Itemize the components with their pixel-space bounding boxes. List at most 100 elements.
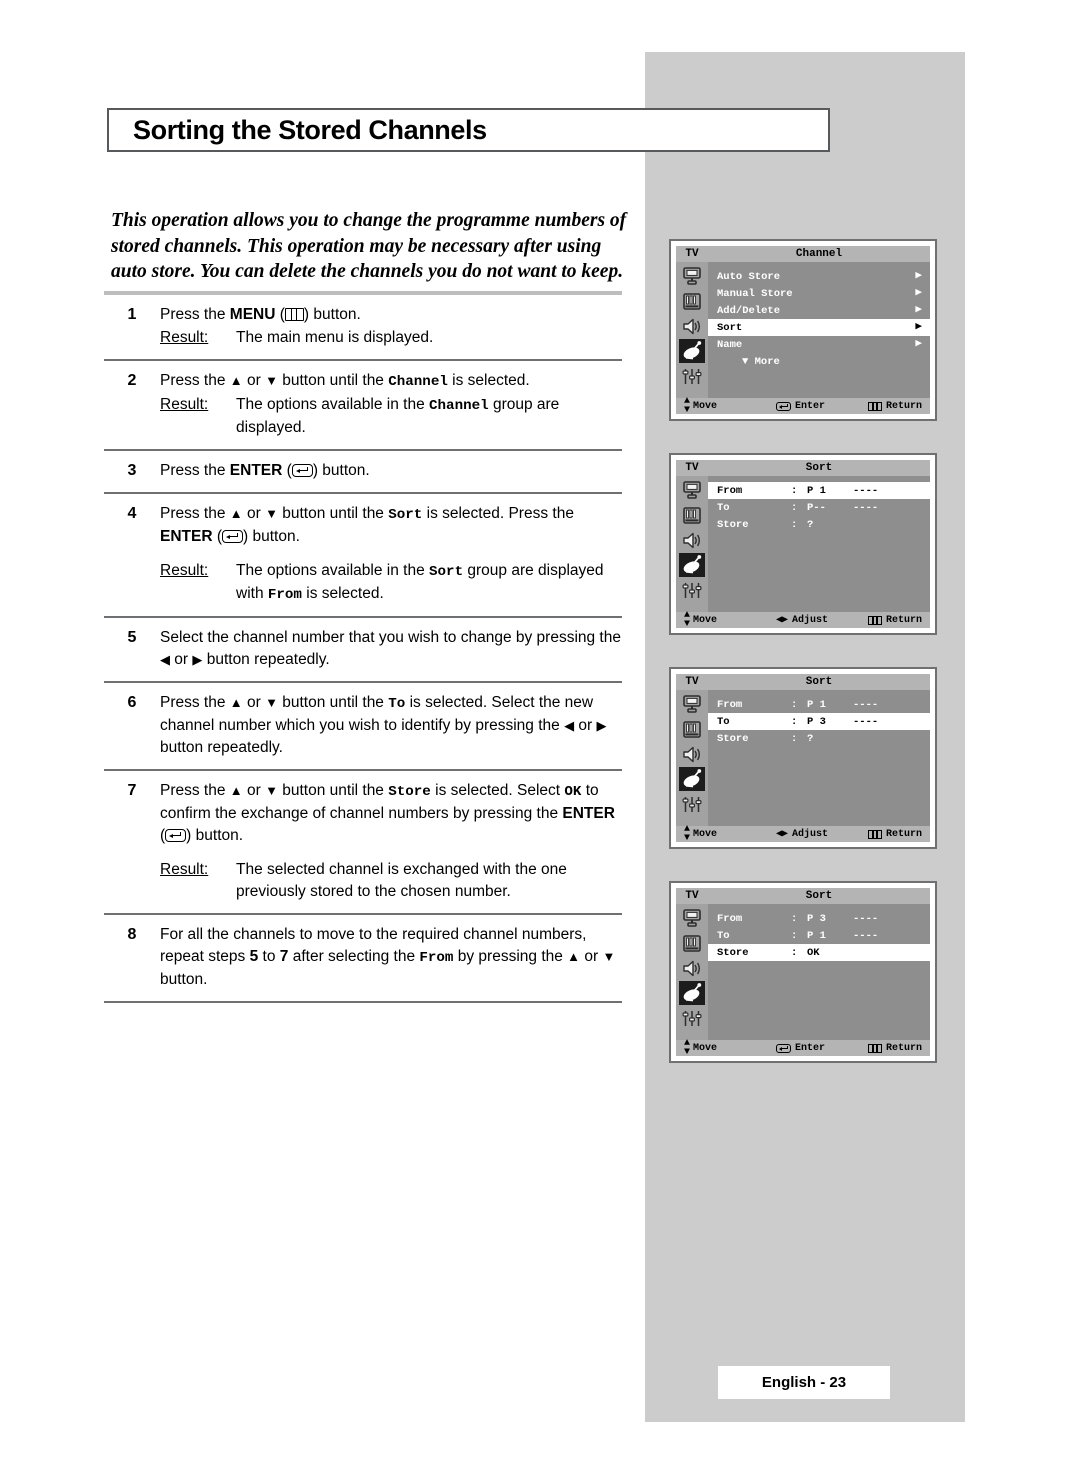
step-text-or: or <box>242 505 266 522</box>
osd-item-auto-store[interactable]: Auto Store ▶ <box>708 268 930 285</box>
sliders-icon[interactable] <box>679 578 705 602</box>
satellite-dish-icon[interactable] <box>679 981 705 1005</box>
down-arrow-icon: ▼ <box>265 506 278 521</box>
step-text-mid: button until the <box>277 782 389 799</box>
step-body: Press the ▲ or ▼ button until the Sort i… <box>160 503 622 606</box>
key-enter-label: ENTER <box>160 528 213 545</box>
step-body: Press the MENU () button. Result: The ma… <box>160 304 622 349</box>
osd-hintbar: ▲ ▼ Move Enter Return <box>676 397 930 416</box>
osd-field-from[interactable]: From : P 1 ---- <box>708 696 930 713</box>
step-number: 6 <box>127 694 137 711</box>
osd-hint-move: ▲ ▼ Move <box>684 397 776 416</box>
sliders-icon[interactable] <box>679 792 705 816</box>
equalizer-icon[interactable] <box>679 289 705 313</box>
osd-field-value: P 3 <box>807 715 826 728</box>
osd-field-to[interactable]: To : P 1 ---- <box>708 927 930 944</box>
leftright-icon: ◀▶ <box>776 615 789 626</box>
up-arrow-icon: ▲ <box>567 949 581 964</box>
step-text-c: is selected. Select <box>430 782 565 799</box>
osd-item-label: Add/Delete <box>717 304 781 317</box>
speaker-icon[interactable] <box>679 528 705 552</box>
osd-field-colon: : <box>791 912 798 925</box>
step-text-c: is selected. Press the <box>422 505 574 522</box>
result-row: Result: The options available in the Sor… <box>160 560 622 606</box>
enter-icon <box>165 829 187 842</box>
chevron-right-icon: ▶ <box>915 270 922 282</box>
osd-field-dashes: ---- <box>853 929 879 942</box>
store-keyword: Store <box>388 784 431 800</box>
osd-channel-menu: TV Channel Auto Store ▶ Manual Store ▶ A… <box>669 239 937 421</box>
picture-icon[interactable] <box>679 478 705 502</box>
key-enter-label: ENTER <box>229 462 283 479</box>
speaker-icon[interactable] <box>679 314 705 338</box>
picture-icon[interactable] <box>679 906 705 930</box>
equalizer-icon[interactable] <box>679 931 705 955</box>
osd-tv-label: TV <box>676 674 708 690</box>
osd-item-manual-store[interactable]: Manual Store ▶ <box>708 285 930 302</box>
satellite-dish-icon[interactable] <box>679 339 705 363</box>
step-text-or: or <box>170 651 193 668</box>
speaker-icon[interactable] <box>679 956 705 980</box>
osd-field-from[interactable]: From : P 1 ---- <box>708 482 930 499</box>
updown-icon: ▲ ▼ <box>684 824 690 844</box>
picture-icon[interactable] <box>679 692 705 716</box>
osd-field-from[interactable]: From : P 3 ---- <box>708 910 930 927</box>
page-footer: English - 23 <box>718 1366 890 1399</box>
up-arrow-icon: ▲ <box>229 695 243 710</box>
osd-field-to[interactable]: To : P-- ---- <box>708 499 930 516</box>
equalizer-icon[interactable] <box>679 503 705 527</box>
osd-hint-label: Adjust <box>792 828 829 840</box>
osd-field-colon: : <box>791 484 798 497</box>
osd-field-store[interactable]: Store : ? <box>708 730 930 747</box>
step-8: 8 For all the channels to move to the re… <box>104 915 622 1001</box>
osd-field-label: To <box>717 929 730 942</box>
osd-hint-label: Enter <box>795 400 826 412</box>
osd-item-add-delete[interactable]: Add/Delete ▶ <box>708 302 930 319</box>
osd-hint-label: Move <box>693 1042 718 1054</box>
step-text-mid: button until the <box>277 694 389 711</box>
step-text-or: or <box>242 694 266 711</box>
step-3-line: Press the ENTER () button. <box>160 460 622 482</box>
step-text-or: or <box>580 948 603 965</box>
step-text: Press the <box>160 372 230 389</box>
osd-field-store[interactable]: Store : ? <box>708 516 930 533</box>
satellite-dish-icon[interactable] <box>679 767 705 791</box>
speaker-icon[interactable] <box>679 742 705 766</box>
enter-icon <box>776 401 791 411</box>
menu-icon <box>868 829 882 839</box>
osd-field-label: Store <box>717 946 749 959</box>
sliders-icon[interactable] <box>679 364 705 388</box>
result-row: Result: The main menu is displayed. <box>160 327 622 349</box>
step-text: Press the <box>160 694 230 711</box>
result-text: The options available in the Channel gro… <box>236 394 622 439</box>
picture-icon[interactable] <box>679 264 705 288</box>
down-arrow-icon: ▼ <box>602 949 616 964</box>
from-keyword: From <box>267 587 302 603</box>
osd-icon-rail <box>676 904 708 1040</box>
satellite-dish-icon[interactable] <box>679 553 705 577</box>
step-text-to: to <box>258 948 280 965</box>
osd-item-sort[interactable]: Sort ▶ <box>708 319 930 336</box>
osd-screen: TV Channel Auto Store ▶ Manual Store ▶ A… <box>676 246 930 416</box>
osd-more-indicator[interactable]: ▼ More <box>708 353 930 370</box>
osd-field-to[interactable]: To : P 3 ---- <box>708 713 930 730</box>
osd-titlebar: TV Channel <box>676 246 930 262</box>
step-text-b: after selecting the <box>288 948 420 965</box>
sliders-icon[interactable] <box>679 1006 705 1030</box>
osd-field-store[interactable]: Store : OK <box>708 944 930 961</box>
osd-item-name[interactable]: Name ▶ <box>708 336 930 353</box>
to-keyword: To <box>388 696 406 712</box>
osd-hint-label: Enter <box>795 1042 826 1054</box>
step-text: Press the <box>160 462 230 479</box>
result-text: The main menu is displayed. <box>236 329 434 346</box>
osd-field-value: P-- <box>807 501 826 514</box>
osd-field-colon: : <box>791 518 798 531</box>
step-2-line: Press the ▲ or ▼ button until the Channe… <box>160 370 622 393</box>
step-number: 2 <box>127 372 137 389</box>
osd-field-value: P 1 <box>807 929 826 942</box>
enter-icon <box>291 464 313 477</box>
chevron-right-icon: ▶ <box>915 287 922 299</box>
chevron-right-icon: ▶ <box>915 338 922 350</box>
equalizer-icon[interactable] <box>679 717 705 741</box>
osd-hint-return: Return <box>868 615 922 626</box>
